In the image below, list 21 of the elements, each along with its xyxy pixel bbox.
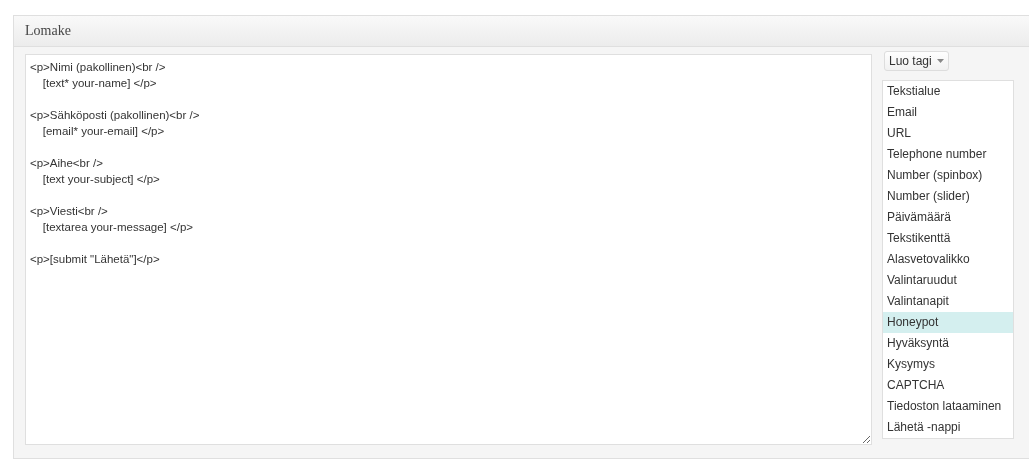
tag-list-item[interactable]: Alasvetovalikko — [883, 249, 1013, 270]
generate-tag-button[interactable]: Luo tagi — [884, 51, 949, 71]
form-editor[interactable]: <p>Nimi (pakollinen)<br /> [text* your-name] </p> <p>Sähköposti (pakollinen)<br /> [email* your-email] </p> <p>Aihe<br /> [text your-subject] </p> <p>Viesti<br /> [textarea your-message] </p> <p>[submit "Lähetä"]</p> — [25, 54, 872, 445]
tag-list-item[interactable]: CAPTCHA — [883, 375, 1013, 396]
tag-list-item[interactable]: Tekstialue — [883, 81, 1013, 102]
tag-list-item[interactable]: Tiedoston lataaminen — [883, 396, 1013, 417]
tag-list-item[interactable]: Email — [883, 102, 1013, 123]
tag-list-item[interactable]: Päivämäärä — [883, 207, 1013, 228]
tag-list-item[interactable]: Hyväksyntä — [883, 333, 1013, 354]
tag-list-item[interactable]: Number (slider) — [883, 186, 1013, 207]
tag-list-item[interactable]: Valintanapit — [883, 291, 1013, 312]
panel-title: Lomake — [25, 23, 71, 39]
tag-list-item[interactable]: Honeypot — [883, 312, 1013, 333]
tag-list-item[interactable]: Lähetä -nappi — [883, 417, 1013, 438]
tag-list-item[interactable]: Telephone number — [883, 144, 1013, 165]
tag-list-item[interactable]: Tekstikenttä — [883, 228, 1013, 249]
tag-list-item[interactable]: Kysymys — [883, 354, 1013, 375]
caret-icon — [936, 59, 944, 63]
tag-list-item[interactable]: Valintaruudut — [883, 270, 1013, 291]
tag-list-item[interactable]: URL — [883, 123, 1013, 144]
tag-list-item[interactable]: Number (spinbox) — [883, 165, 1013, 186]
